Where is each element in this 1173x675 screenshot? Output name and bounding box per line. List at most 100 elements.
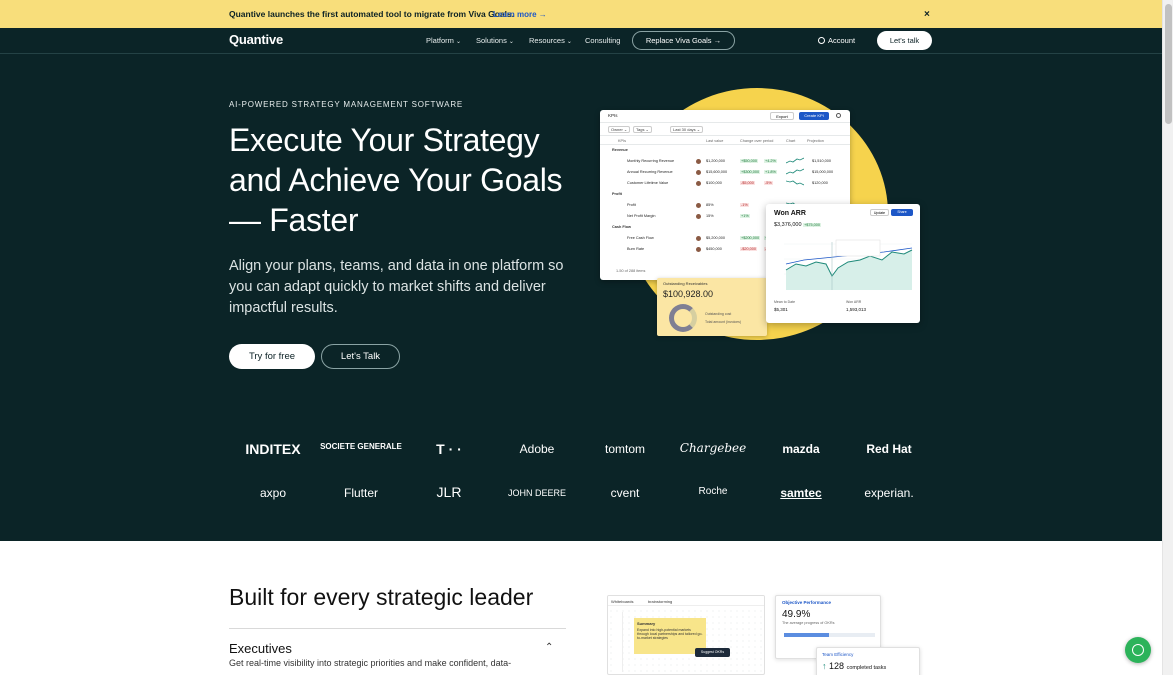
nav-resources[interactable]: Resources ⌄ xyxy=(529,36,572,45)
logo-john-deere: JOHN DEERE xyxy=(507,488,566,498)
sparkline xyxy=(786,157,804,164)
hero-subtext: Align your plans, teams, and data in one… xyxy=(229,258,564,316)
logo-samtec: samtec xyxy=(780,486,822,500)
logo-jlr: JLR xyxy=(436,484,462,500)
lets-talk-hero-button[interactable]: Let's Talk xyxy=(321,344,400,369)
chevron-down-icon: ⌄ xyxy=(455,39,461,45)
kpi-card-header: KPIs Export Create KPI xyxy=(600,110,850,123)
account-link[interactable]: Account xyxy=(818,36,855,45)
announcement-banner: Quantive launches the first automated to… xyxy=(0,0,1162,28)
tags-filter: Tags ⌄ xyxy=(633,126,652,133)
team-title: Team Efficiency xyxy=(822,652,854,657)
kpi-last-value: $100,000 xyxy=(706,181,722,185)
won-arr-change: +$75,000 xyxy=(803,223,822,227)
hero-headline: Execute Your Strategy and Achieve Your G… xyxy=(229,122,563,238)
account-label: Account xyxy=(828,36,856,45)
kpi-name: Net Profit Margin xyxy=(627,214,656,218)
whiteboard-preview: Whiteboards brainstorming Summary Expand… xyxy=(607,595,765,675)
try-for-free-button[interactable]: Try for free xyxy=(229,344,315,369)
owner-filter: Owner ⌄ xyxy=(608,126,631,133)
logo-axpo: axpo xyxy=(259,486,287,500)
banner-close-icon[interactable]: × xyxy=(924,9,930,20)
nav-platform[interactable]: Platform ⌄ xyxy=(426,36,461,45)
logo-inditex: INDITEX xyxy=(245,441,301,457)
leaders-section: Built for every strategic leader Executi… xyxy=(0,541,1162,675)
nav-solutions[interactable]: Solutions ⌄ xyxy=(476,36,514,45)
footer-left-label: Mean to Date xyxy=(774,300,796,304)
whiteboard-title: Whiteboards xyxy=(611,599,634,604)
won-arr-amount: $3,376,000 xyxy=(774,222,802,228)
kpi-projection: $1,510,000 xyxy=(812,159,832,163)
nav-solutions-label: Solutions xyxy=(476,36,507,45)
kpi-last-value: $5,200,000 xyxy=(706,236,726,240)
kpi-row[interactable]: Annual Recurring Revenue $15,600,000 +$300… xyxy=(600,167,850,178)
logo-adobe: Adobe xyxy=(519,442,555,456)
kpi-name: Customer Lifetime Value xyxy=(627,181,669,185)
owner-avatar xyxy=(696,203,701,208)
share-button: Share xyxy=(891,209,913,216)
nav-platform-label: Platform xyxy=(426,36,454,45)
whiteboard-sidebar xyxy=(615,612,623,672)
col-projection: Projection xyxy=(807,139,824,143)
kpi-last-value: $1,200,000 xyxy=(706,159,726,163)
col-kpis: KPIs xyxy=(618,139,627,143)
footer-left-value: $5,301 xyxy=(774,307,788,312)
kpi-footer: 1-50 of 288 items xyxy=(616,269,646,273)
chevron-up-icon[interactable]: ⌃ xyxy=(545,642,553,653)
logo-mazda: mazda xyxy=(782,442,820,456)
date-filter: Last 30 days ⌄ xyxy=(670,126,704,133)
kpi-change: -$20,000 xyxy=(740,247,757,251)
lets-talk-nav-button[interactable]: Let's talk xyxy=(877,31,932,50)
chat-icon xyxy=(1132,644,1144,656)
banner-learn-more-link[interactable]: Learn more → xyxy=(493,10,547,19)
whiteboard-toolbar: Whiteboards brainstorming xyxy=(608,596,764,606)
won-arr-title: Won ARR xyxy=(774,210,806,217)
nav-consulting[interactable]: Consulting xyxy=(585,36,620,45)
owner-avatar xyxy=(696,236,701,241)
team-efficiency-card: Team Efficiency ↑ 128 completed tasks xyxy=(816,647,920,675)
kpi-projection: $120,000 xyxy=(812,181,828,185)
kpi-change: +$200,000 xyxy=(740,236,761,240)
team-suffix: completed tasks xyxy=(846,665,887,671)
hero-product-visual: KPIs Export Create KPI Owner ⌄ Tags ⌄ La… xyxy=(600,88,930,343)
owner-avatar xyxy=(696,214,701,219)
top-nav: Quantive Platform ⌄ Solutions ⌄ Resources ⌄… xyxy=(0,28,1162,54)
receivables-label: Outstanding Receivables xyxy=(663,281,708,286)
legend-total: Total amount (invoices) xyxy=(705,320,741,324)
customer-logo-wall: INDITEX SOCIETE GENERALE T · · Adobe tom… xyxy=(229,438,934,528)
quantive-logo[interactable]: Quantive xyxy=(229,32,283,47)
kpi-last-value: 15% xyxy=(706,214,714,218)
kpi-last-value: $15,600,000 xyxy=(706,170,728,174)
receivables-value: $100,928.00 xyxy=(663,289,714,299)
search-icon xyxy=(836,113,841,118)
kpi-last-value: $450,000 xyxy=(706,247,722,251)
owner-avatar xyxy=(696,181,701,186)
kpi-row[interactable]: Customer Lifetime Value $100,000 -$5,000 -5… xyxy=(600,178,850,189)
replace-viva-goals-button[interactable]: Replace Viva Goals → xyxy=(632,31,735,50)
col-change: Change over period xyxy=(740,139,774,143)
kpi-change: +$300,000 xyxy=(740,170,761,174)
logo-chargebee: Chargebee xyxy=(679,441,747,455)
logo-flutter: Flutter xyxy=(343,486,378,500)
col-chart: Chart xyxy=(786,139,796,143)
kpi-name: Monthly Recurring Revenue xyxy=(627,159,675,163)
kpi-name: Burn Rate xyxy=(627,247,645,251)
kpi-group-row[interactable]: Revenue xyxy=(600,145,850,156)
chat-widget-button[interactable] xyxy=(1125,637,1151,663)
kpi-change: -$5,000 xyxy=(740,181,755,185)
kpi-group-label: Revenue xyxy=(612,148,628,152)
receivables-donut-chart xyxy=(669,304,697,332)
executives-accordion-title[interactable]: Executives xyxy=(229,641,292,656)
kpi-name: Profit xyxy=(627,203,636,207)
logo-telekom: T · · xyxy=(436,441,462,457)
logo-experian: experian. xyxy=(864,486,914,500)
page: Quantive launches the first automated to… xyxy=(0,0,1173,675)
kpi-name: Annual Recurring Revenue xyxy=(627,170,673,174)
kpi-row[interactable]: Monthly Recurring Revenue $1,200,000 +$50,… xyxy=(600,156,850,167)
page-scrollbar[interactable] xyxy=(1162,0,1173,675)
scrollbar-thumb[interactable] xyxy=(1165,4,1172,124)
kpi-change: -1% xyxy=(740,203,749,207)
kpi-group-row[interactable]: Profit xyxy=(600,189,850,200)
user-circle-icon xyxy=(818,37,825,44)
kpi-name: Free Cash Flow xyxy=(627,236,654,240)
